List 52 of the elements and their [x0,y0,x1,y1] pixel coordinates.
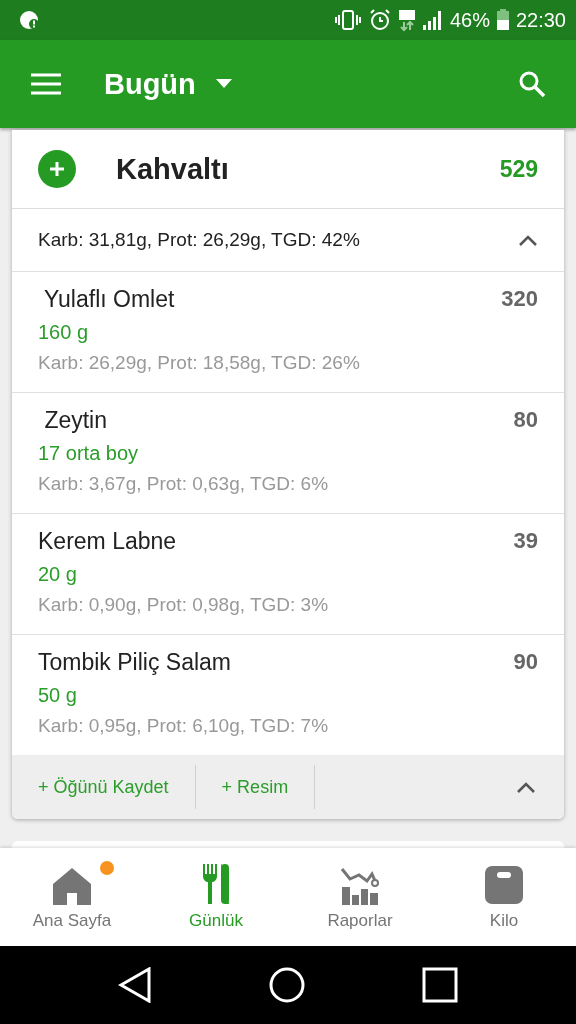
save-meal-button[interactable]: + Öğünü Kaydet [12,765,195,809]
nav-tab[interactable]: Raporlar [288,848,432,946]
home-button[interactable] [269,967,305,1003]
meal-name: Kahvaltı [116,152,229,186]
home-icon [269,967,305,1003]
food-entry[interactable]: Yulaflı Omlet 320 160 g Karb: 26,29g, Prot: 18,58g, TGD: 26% [12,272,564,393]
date-dropdown[interactable]: Bugün [104,67,232,101]
food-name: Kerem Labne [38,528,177,555]
back-icon [118,967,153,1003]
recents-button[interactable] [421,967,458,1003]
food-entry[interactable]: Kerem Labne 39 20 g Karb: 0,90g, Prot: 0,98g, TGD: 3% [12,514,564,635]
scale-icon [484,865,524,905]
search-icon [518,70,546,98]
chevron-icon [517,781,535,793]
food-macros: Karb: 0,90g, Prot: 0,98g, TGD: 3% [38,594,329,616]
meal-calories: 529 [499,155,538,183]
food-macros: Karb: 3,67g, Prot: 0,63g, TGD: 6% [38,473,329,495]
nav-tab[interactable]: Ana Sayfa [0,848,144,946]
nav-tab[interactable]: Günlük [144,848,288,946]
recents-icon [421,967,458,1003]
food-amount: 160 g [38,321,89,344]
signal-icon [421,8,444,32]
menu-icon [31,73,61,95]
back-button[interactable] [118,967,153,1003]
add-photo-button[interactable]: + Resim [195,765,315,809]
chevron-icon [519,234,537,246]
food-amount: 17 orta boy [38,442,139,465]
house-icon [52,867,92,905]
food-name: Tombik Piliç Salam [38,649,231,676]
nav-tab[interactable]: Kilo [432,848,576,946]
food-calories: 320 [501,286,538,313]
caret-icon [215,79,232,89]
battery-percentage: 46% [449,8,490,32]
vibrate-icon [333,8,362,32]
food-amount: 20 g [38,563,77,586]
food-entry[interactable]: Zeytin 80 17 orta boy Karb: 3,67g, Prot: 0,63g, TGD: 6% [12,393,564,514]
meal-macros: Karb: 31,81g, Prot: 26,29g, TGD: 42% [38,229,360,251]
food-calories: 39 [513,528,538,555]
food-macros: Karb: 0,95g, Prot: 6,10g, TGD: 7% [38,715,329,737]
food-amount: 50 g [38,684,77,707]
chart-icon [340,867,380,905]
clock-time: 22:30 [515,8,566,32]
battery-icon [495,8,510,32]
add-food-button[interactable] [38,150,76,188]
food-calories: 80 [513,407,538,434]
food-name: Zeytin [43,407,108,434]
food-macros: Karb: 26,29g, Prot: 18,58g, TGD: 26% [38,352,360,374]
food-calories: 90 [513,649,538,676]
fork-knife-icon [201,863,231,905]
data-icon [397,8,416,32]
plus-icon [49,161,65,177]
food-name: Yulaflı Omlet [42,286,175,313]
